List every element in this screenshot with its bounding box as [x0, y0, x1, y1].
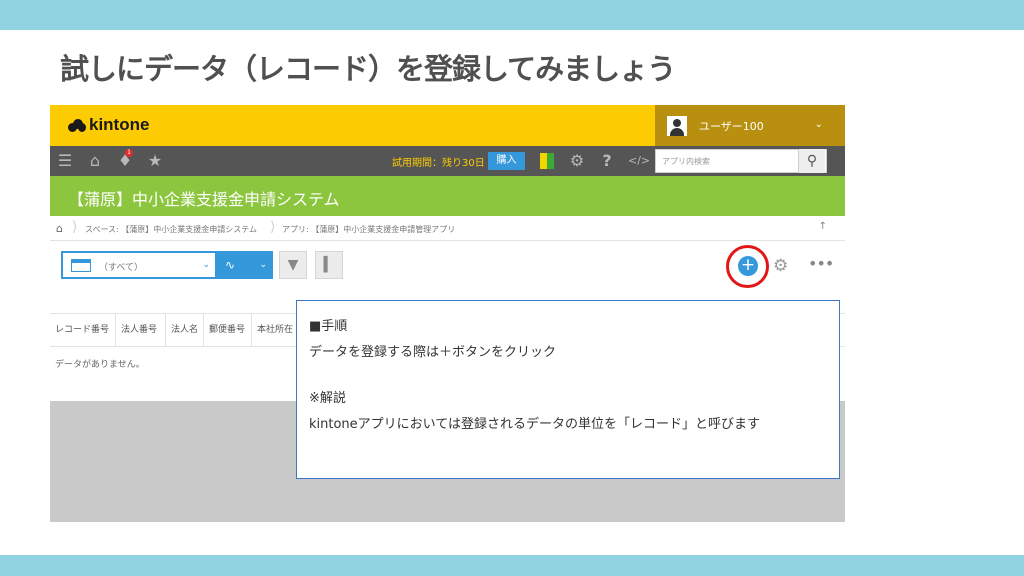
- notification-badge: 1: [125, 149, 133, 157]
- kintone-logo[interactable]: kintone: [68, 115, 149, 135]
- buy-button[interactable]: 購入: [488, 152, 525, 170]
- column-header[interactable]: 法人名: [166, 314, 204, 346]
- table-view-icon: [71, 259, 91, 272]
- logo-text: kintone: [89, 115, 150, 134]
- view-selector[interactable]: （すべて） ⌄: [61, 251, 217, 279]
- user-avatar-icon: [667, 115, 687, 136]
- app-header: kintone ユーザー100 ⌄: [50, 105, 845, 146]
- star-icon[interactable]: ★: [146, 152, 164, 170]
- global-navbar: ☰ ⌂ ♦ 1 ★ 試用期間：残り30日 購入 ⚙ ? </> アプリ内検索 ⚲: [50, 146, 845, 176]
- app-settings-gear-icon[interactable]: ⚙: [773, 256, 788, 276]
- chevron-down-icon: ⌄: [202, 260, 210, 270]
- callout-note-heading: ※解説: [309, 391, 346, 406]
- bar-chart-icon[interactable]: ▍: [315, 251, 343, 279]
- instruction-callout: ■手順 データを登録する際は＋ボタンをクリック ※解説 kintoneアプリにお…: [296, 300, 840, 479]
- highlight-circle: [726, 245, 769, 288]
- app-title: 【蒲原】中小企業支援金申請システム: [68, 190, 340, 209]
- chevron-down-icon: ⌄: [259, 260, 267, 270]
- chart-line-icon: ∿: [225, 258, 236, 272]
- breadcrumb-separator: ⟩: [72, 219, 78, 235]
- breadcrumb-space[interactable]: スペース: 【蒲原】中小企業支援金申請システム: [85, 224, 257, 235]
- help-icon[interactable]: ?: [598, 152, 616, 170]
- user-name: ユーザー100: [699, 119, 764, 133]
- breadcrumb-separator: ⟩: [270, 219, 276, 235]
- gear-icon[interactable]: ⚙: [568, 152, 586, 170]
- column-header[interactable]: レコード番号: [50, 314, 116, 346]
- pin-icon[interactable]: ↑: [819, 221, 827, 232]
- user-menu[interactable]: ユーザー100 ⌄: [655, 105, 845, 146]
- trial-period: 試用期間：残り30日: [392, 158, 485, 169]
- view-name: （すべて）: [99, 263, 144, 273]
- callout-step: データを登録する際は＋ボタンをクリック: [309, 345, 557, 360]
- top-band: [0, 0, 1024, 30]
- breadcrumb: ⌂ ⟩ スペース: 【蒲原】中小企業支援金申請システム ⟩ アプリ: 【蒲原】中…: [50, 216, 845, 241]
- breadcrumb-home-icon[interactable]: ⌂: [56, 222, 63, 235]
- column-header[interactable]: 郵便番号: [204, 314, 252, 346]
- callout-note: kintoneアプリにおいては登録されるデータの単位を「レコード」と呼びます: [309, 417, 761, 432]
- code-icon[interactable]: </>: [628, 152, 650, 170]
- column-header[interactable]: 法人番号: [116, 314, 166, 346]
- menu-icon[interactable]: ☰: [56, 152, 74, 170]
- chevron-down-icon: ⌄: [814, 119, 823, 130]
- bottom-band: [0, 555, 1024, 576]
- graph-selector[interactable]: ∿ ⌄: [217, 251, 273, 279]
- slide-title: 試しにデータ（レコード）を登録してみましょう: [60, 52, 676, 86]
- column-header[interactable]: 本社所在: [252, 314, 298, 346]
- beginner-mark-icon[interactable]: [540, 153, 554, 169]
- app-title-bar: 【蒲原】中小企業支援金申請システム: [50, 176, 845, 216]
- filter-icon[interactable]: ▼: [279, 251, 307, 279]
- home-icon[interactable]: ⌂: [86, 152, 104, 170]
- empty-message: データがありません。: [55, 360, 145, 370]
- breadcrumb-app[interactable]: アプリ: 【蒲原】中小企業支援金申請管理アプリ: [282, 224, 455, 235]
- slide: 試しにデータ（レコード）を登録してみましょう kintone ユーザー100 ⌄…: [0, 0, 1024, 576]
- kintone-cloud-icon: [68, 118, 86, 132]
- search-icon[interactable]: ⚲: [798, 149, 825, 173]
- callout-heading: ■手順: [309, 319, 348, 334]
- more-options-icon[interactable]: •••: [808, 254, 834, 273]
